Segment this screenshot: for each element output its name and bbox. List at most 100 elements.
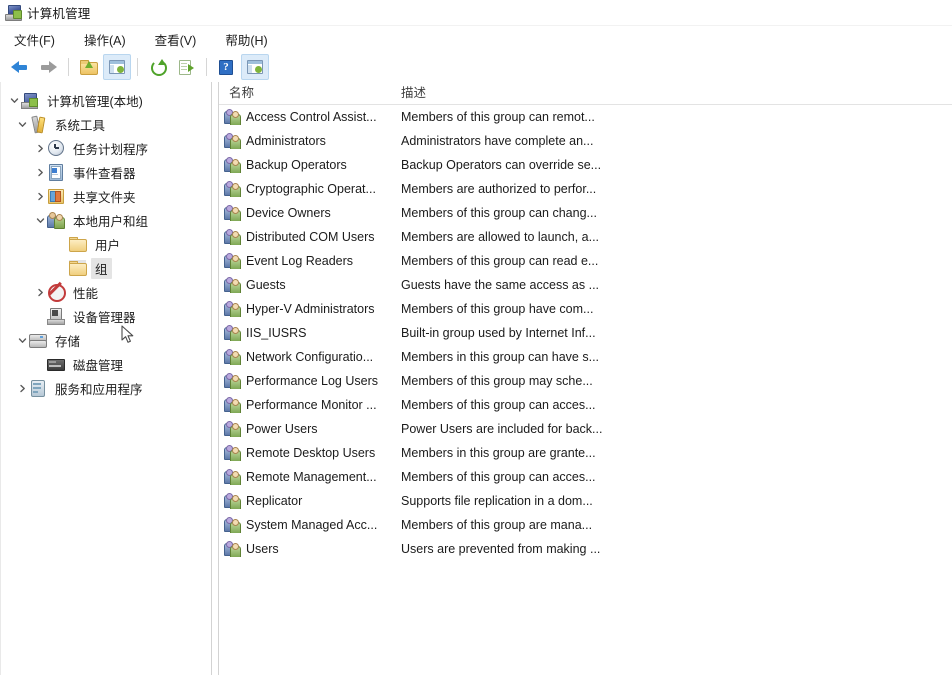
cell-description: Guests have the same access as ... (401, 278, 600, 292)
menu-action[interactable]: 操作(A) (80, 28, 137, 51)
tree-item-event-viewer[interactable]: 事件查看器 (1, 160, 211, 184)
show-hide-action-pane-button[interactable] (241, 54, 269, 80)
table-row[interactable]: Backup Operators Backup Operators can ove… (219, 153, 952, 177)
chevron-right-icon[interactable] (33, 288, 47, 297)
show-hide-console-tree-button[interactable] (103, 54, 131, 80)
table-row[interactable]: Network Configuratio... Members in this g… (219, 345, 952, 369)
tree-item-label: 事件查看器 (73, 166, 136, 181)
table-row[interactable]: Performance Log Users Members of this gro… (219, 369, 952, 393)
chevron-down-icon[interactable] (7, 96, 21, 105)
tree-item-groups[interactable]: 组 (1, 256, 211, 280)
group-name-text: Event Log Readers (246, 254, 354, 268)
cell-description: Members are authorized to perfor... (401, 182, 597, 196)
tree-item-computer-management[interactable]: 计算机管理(本地) (1, 88, 211, 112)
table-row[interactable]: Replicator Supports file replication in a… (219, 489, 952, 513)
group-icon (224, 181, 241, 197)
table-row[interactable]: Users Users are prevented from making ... (219, 537, 952, 561)
cell-name: Network Configuratio... (219, 349, 395, 365)
group-name-text: Users (246, 542, 279, 556)
group-icon (224, 397, 241, 413)
list-header: 名称 描述 (219, 82, 952, 105)
tree-item-label: 本地用户和组 (73, 214, 149, 229)
group-name-text: Hyper-V Administrators (246, 302, 375, 316)
group-name-text: Performance Log Users (246, 374, 379, 388)
group-icon (224, 517, 241, 533)
table-row[interactable]: Access Control Assist... Members of this … (219, 105, 952, 129)
table-row[interactable]: Device Owners Members of this group can c… (219, 201, 952, 225)
column-header-name[interactable]: 名称 (219, 82, 395, 104)
disk-management-icon (47, 356, 65, 372)
group-icon (224, 253, 241, 269)
refresh-button[interactable] (143, 54, 171, 80)
tree-item-device-manager[interactable]: 设备管理器 (1, 304, 211, 328)
cell-name: Performance Log Users (219, 373, 395, 389)
cell-name: Backup Operators (219, 157, 395, 173)
tree-item-task-scheduler[interactable]: 任务计划程序 (1, 136, 211, 160)
cell-name: Cryptographic Operat... (219, 181, 395, 197)
table-row[interactable]: Power Users Power Users are included for … (219, 417, 952, 441)
up-folder-icon (79, 60, 98, 75)
folder-icon (69, 260, 87, 276)
chevron-down-icon[interactable] (33, 216, 47, 225)
cell-description: Members in this group can have s... (401, 350, 600, 364)
pane-splitter[interactable] (211, 82, 219, 675)
help-button[interactable]: ? (212, 54, 240, 80)
export-list-button[interactable] (172, 54, 200, 80)
table-row[interactable]: Cryptographic Operat... Members are autho… (219, 177, 952, 201)
group-name-text: IIS_IUSRS (246, 326, 307, 340)
up-one-level-button[interactable] (74, 54, 102, 80)
table-row[interactable]: IIS_IUSRS Built-in group used by Internet… (219, 321, 952, 345)
table-row[interactable]: Distributed COM Users Members are allowed… (219, 225, 952, 249)
table-row[interactable]: Remote Management... Members of this grou… (219, 465, 952, 489)
table-row[interactable]: Performance Monitor ... Members of this g… (219, 393, 952, 417)
table-row[interactable]: Remote Desktop Users Members in this grou… (219, 441, 952, 465)
tree-item-local-users-and-groups[interactable]: 本地用户和组 (1, 208, 211, 232)
menu-file[interactable]: 文件(F) (10, 28, 66, 51)
tree-item-system-tools[interactable]: 系统工具 (1, 112, 211, 136)
tree-item-users[interactable]: 用户 (1, 232, 211, 256)
console-tree-pane[interactable]: 计算机管理(本地) 系统工具 任务计划程序 事件查看器 共享文件夹 本地用户和组… (0, 82, 211, 675)
cell-name: Access Control Assist... (219, 109, 395, 125)
groups-list-pane[interactable]: 名称 描述 Access Control Assist... Members of… (219, 82, 952, 675)
cell-description: Power Users are included for back... (401, 422, 603, 436)
group-icon (224, 445, 241, 461)
chevron-down-icon[interactable] (15, 336, 29, 345)
toolbar-separator-2 (137, 58, 138, 76)
chevron-right-icon[interactable] (33, 192, 47, 201)
table-row[interactable]: Event Log Readers Members of this group c… (219, 249, 952, 273)
forward-button[interactable] (34, 54, 62, 80)
column-header-description[interactable]: 描述 (395, 82, 952, 104)
group-icon (224, 229, 241, 245)
chevron-down-icon[interactable] (15, 120, 29, 129)
show-hide-action-pane-icon (247, 60, 263, 74)
group-name-text: Cryptographic Operat... (246, 182, 376, 196)
tree-item-shared-folders[interactable]: 共享文件夹 (1, 184, 211, 208)
tree-item-services-and-applications[interactable]: 服务和应用程序 (1, 376, 211, 400)
table-row[interactable]: Administrators Administrators have comple… (219, 129, 952, 153)
table-row[interactable]: Hyper-V Administrators Members of this gr… (219, 297, 952, 321)
cell-description: Members of this group can read e... (401, 254, 599, 268)
refresh-icon (150, 59, 167, 76)
cell-name: System Managed Acc... (219, 517, 395, 533)
back-button[interactable] (5, 54, 33, 80)
show-hide-console-tree-icon (109, 60, 125, 74)
group-icon (224, 109, 241, 125)
tree-item-label: 存储 (55, 334, 81, 349)
cell-description: Supports file replication in a dom... (401, 494, 593, 508)
cell-name: IIS_IUSRS (219, 325, 395, 341)
tree-item-performance[interactable]: 性能 (1, 280, 211, 304)
cell-description: Members of this group have com... (401, 302, 594, 316)
tree-item-storage[interactable]: 存储 (1, 328, 211, 352)
cell-name: Replicator (219, 493, 395, 509)
menu-view[interactable]: 查看(V) (151, 28, 208, 51)
group-name-text: Performance Monitor ... (246, 398, 377, 412)
tree-item-disk-management[interactable]: 磁盘管理 (1, 352, 211, 376)
chevron-right-icon[interactable] (33, 168, 47, 177)
chevron-right-icon[interactable] (15, 384, 29, 393)
table-row[interactable]: System Managed Acc... Members of this gro… (219, 513, 952, 537)
table-row[interactable]: Guests Guests have the same access as ... (219, 273, 952, 297)
menu-help[interactable]: 帮助(H) (221, 28, 278, 51)
chevron-right-icon[interactable] (33, 144, 47, 153)
cell-description: Members of this group are mana... (401, 518, 593, 532)
toolbar-separator-3 (206, 58, 207, 76)
